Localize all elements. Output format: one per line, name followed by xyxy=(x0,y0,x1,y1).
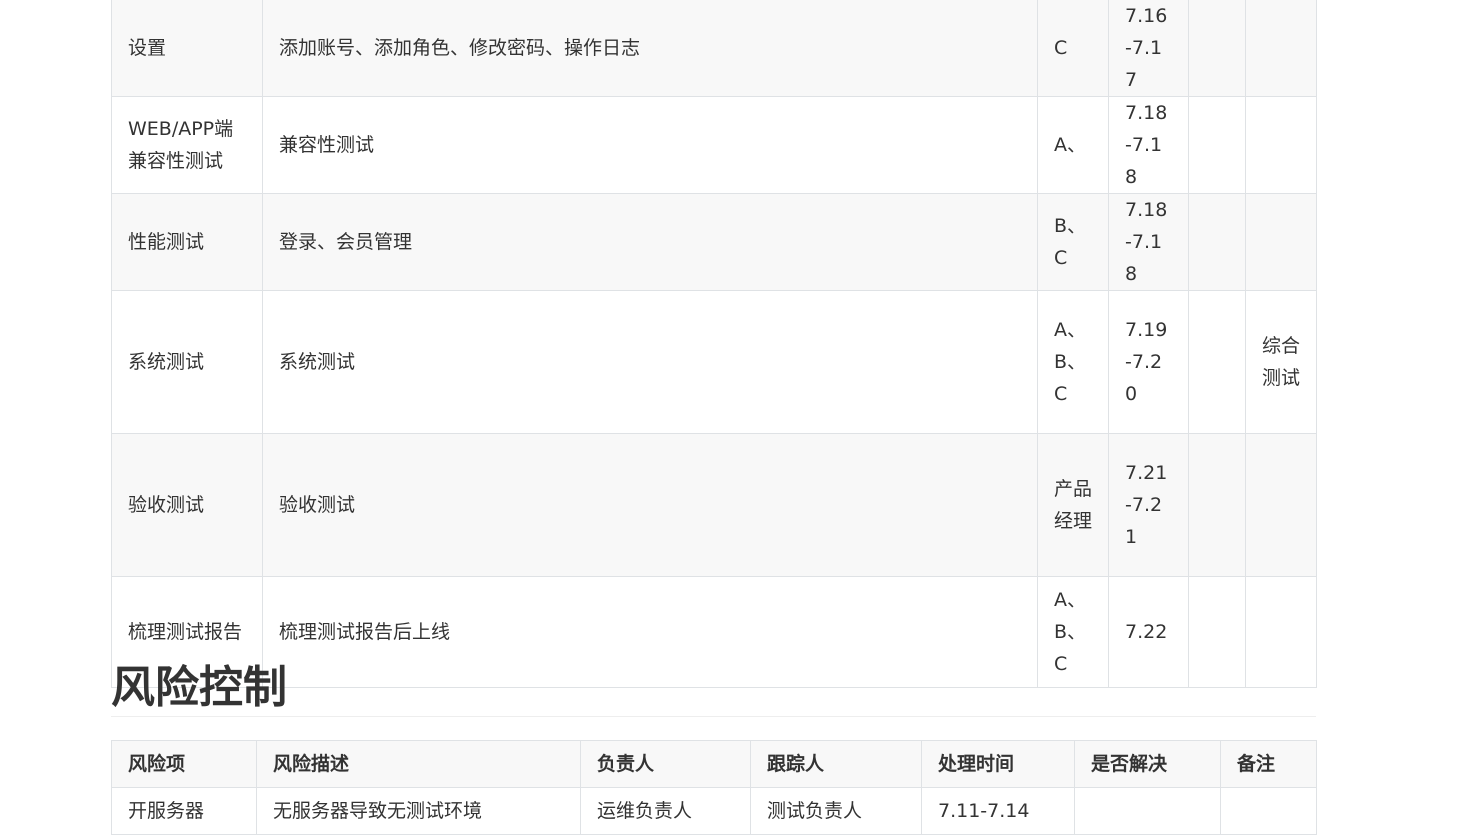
table-row: 系统测试 系统测试 A、B、C 7.19-7.20 综合测试 xyxy=(111,290,1317,434)
test-schedule-table: 设置 添加账号、添加角色、修改密码、操作日志 C 7.16-7.17 WEB/A… xyxy=(111,0,1317,688)
status-cell xyxy=(1188,96,1246,194)
content-cell: 验收测试 xyxy=(262,433,1038,577)
header-owner: 负责人 xyxy=(580,740,751,788)
note-cell xyxy=(1245,96,1317,194)
module-cell: 系统测试 xyxy=(111,290,263,434)
table-row: 设置 添加账号、添加角色、修改密码、操作日志 C 7.16-7.17 xyxy=(111,0,1317,97)
owner-cell: C xyxy=(1037,0,1109,97)
module-cell: 设置 xyxy=(111,0,263,97)
owner-cell: 运维负责人 xyxy=(580,787,751,835)
status-cell xyxy=(1188,290,1246,434)
time-cell: 7.21-7.21 xyxy=(1108,433,1189,577)
header-handling-time: 处理时间 xyxy=(921,740,1075,788)
header-risk-item: 风险项 xyxy=(111,740,257,788)
table-row: WEB/APP端兼容性测试 兼容性测试 A、 7.18-7.18 xyxy=(111,96,1317,194)
risk-control-heading: 风险控制 xyxy=(111,660,1316,717)
table-header-row: 风险项 风险描述 负责人 跟踪人 处理时间 是否解决 备注 xyxy=(111,740,1317,788)
module-cell: 性能测试 xyxy=(111,193,263,291)
content-cell: 登录、会员管理 xyxy=(262,193,1038,291)
time-cell: 7.11-7.14 xyxy=(921,787,1075,835)
note-cell xyxy=(1245,433,1317,577)
header-note: 备注 xyxy=(1220,740,1317,788)
resolved-cell xyxy=(1074,787,1221,835)
owner-cell: B、C xyxy=(1037,193,1109,291)
owner-cell: 产品经理 xyxy=(1037,433,1109,577)
time-cell: 7.19-7.20 xyxy=(1108,290,1189,434)
note-cell xyxy=(1220,787,1317,835)
time-cell: 7.18-7.18 xyxy=(1108,96,1189,194)
header-risk-description: 风险描述 xyxy=(256,740,581,788)
owner-cell: A、B、C xyxy=(1037,290,1109,434)
risk-control-table: 风险项 风险描述 负责人 跟踪人 处理时间 是否解决 备注 开服务器 无服务器导… xyxy=(111,740,1317,835)
risk-item-cell: 开服务器 xyxy=(111,787,257,835)
note-cell xyxy=(1245,193,1317,291)
time-cell: 7.16-7.17 xyxy=(1108,0,1189,97)
status-cell xyxy=(1188,433,1246,577)
table-row: 验收测试 验收测试 产品经理 7.21-7.21 xyxy=(111,433,1317,577)
content-cell: 兼容性测试 xyxy=(262,96,1038,194)
document-content: 设置 添加账号、添加角色、修改密码、操作日志 C 7.16-7.17 WEB/A… xyxy=(111,0,1317,835)
module-cell: WEB/APP端兼容性测试 xyxy=(111,96,263,194)
header-resolved: 是否解决 xyxy=(1074,740,1221,788)
tracker-cell: 测试负责人 xyxy=(750,787,922,835)
module-cell: 验收测试 xyxy=(111,433,263,577)
risk-description-cell: 无服务器导致无测试环境 xyxy=(256,787,581,835)
status-cell xyxy=(1188,193,1246,291)
content-cell: 添加账号、添加角色、修改密码、操作日志 xyxy=(262,0,1038,97)
content-cell: 系统测试 xyxy=(262,290,1038,434)
owner-cell: A、 xyxy=(1037,96,1109,194)
table-row: 开服务器 无服务器导致无测试环境 运维负责人 测试负责人 7.11-7.14 xyxy=(111,787,1317,835)
header-tracker: 跟踪人 xyxy=(750,740,922,788)
table-row: 性能测试 登录、会员管理 B、C 7.18-7.18 xyxy=(111,193,1317,291)
status-cell xyxy=(1188,0,1246,97)
note-cell xyxy=(1245,0,1317,97)
time-cell: 7.18-7.18 xyxy=(1108,193,1189,291)
note-cell: 综合测试 xyxy=(1245,290,1317,434)
